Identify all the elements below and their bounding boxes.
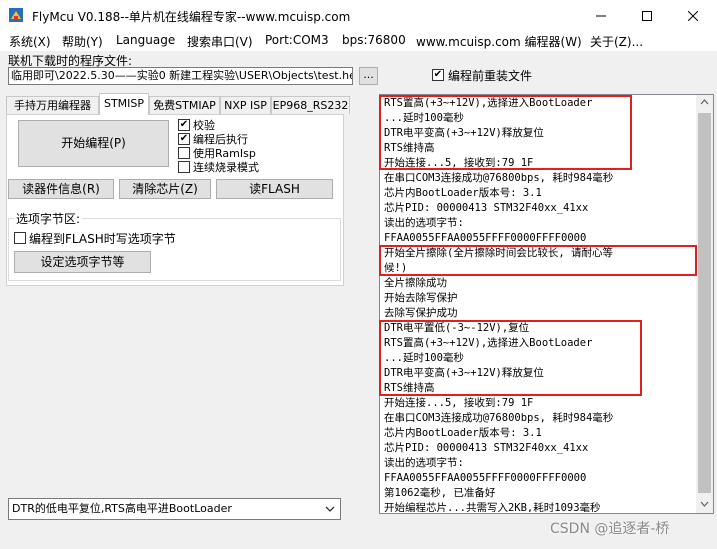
window-title: FlyMcu V0.188--单片机在线编程专家--www.mcuisp.com (32, 10, 351, 24)
preload-checkbox[interactable]: ✔ (432, 69, 444, 81)
menu-search-port[interactable]: 搜索串口(V) (187, 33, 253, 50)
option-bytes-title: 选项字节区: (14, 210, 83, 227)
erase-chip-button[interactable]: 清除芯片(Z) (119, 179, 211, 199)
watermark: CSDN @追逐者-桥 (550, 521, 670, 537)
scroll-down-icon[interactable] (699, 498, 710, 509)
write-option-label: 编程到FLASH时写选项字节 (29, 232, 176, 246)
log-output[interactable] (379, 94, 714, 514)
start-program-button[interactable]: 开始编程(P) (18, 120, 169, 167)
scrollbar-thumb[interactable] (698, 113, 711, 493)
continuous-label: 连续烧录模式 (193, 161, 259, 174)
menu-system[interactable]: 系统(X) (9, 33, 51, 50)
tab-stmisp[interactable]: STMISP (99, 93, 149, 115)
file-path-field[interactable]: 临用即可\2022.5.30——实验0 新建工程实验\USER\Objects\… (8, 67, 353, 85)
write-option-checkbox[interactable] (14, 232, 26, 244)
tab-stmiap[interactable]: 免费STMIAP (149, 96, 220, 114)
close-icon (688, 10, 698, 21)
read-flash-button[interactable]: 读FLASH (216, 179, 333, 199)
preload-label: 编程前重装文件 (448, 69, 533, 83)
close-button[interactable] (670, 0, 716, 31)
menu-port[interactable]: Port:COM3 (265, 33, 329, 47)
set-option-bytes-button[interactable]: 设定选项字节等 (14, 251, 151, 273)
reset-mode-select[interactable]: DTR的低电平复位,RTS高电平进BootLoader (8, 498, 341, 520)
app-icon (9, 8, 23, 22)
run-after-checkbox[interactable]: ✔ (178, 133, 190, 145)
browse-button[interactable]: ... (359, 67, 378, 85)
menu-language[interactable]: Language (116, 33, 175, 47)
maximize-icon (642, 10, 652, 21)
maximize-button[interactable] (624, 0, 670, 31)
continuous-checkbox[interactable] (178, 161, 190, 173)
minimize-button[interactable] (578, 0, 624, 31)
scroll-up-icon[interactable] (699, 97, 710, 108)
minimize-icon (596, 15, 606, 16)
tab-handheld[interactable]: 手持万用编程器 (6, 96, 99, 114)
verify-checkbox[interactable]: ✔ (178, 119, 190, 131)
read-info-button[interactable]: 读器件信息(R) (8, 179, 114, 199)
ramisp-checkbox[interactable] (178, 147, 190, 159)
chevron-down-icon[interactable] (322, 501, 338, 517)
menu-help[interactable]: 帮助(Y) (62, 33, 103, 50)
menu-about[interactable]: 关于(Z)... (590, 33, 643, 50)
tab-ep968[interactable]: EP968_RS232 (271, 96, 350, 114)
menu-bps[interactable]: bps:76800 (342, 33, 406, 47)
tab-nxp-isp[interactable]: NXP ISP (220, 96, 271, 114)
menu-programmer[interactable]: www.mcuisp.com 编程器(W) (416, 33, 582, 50)
